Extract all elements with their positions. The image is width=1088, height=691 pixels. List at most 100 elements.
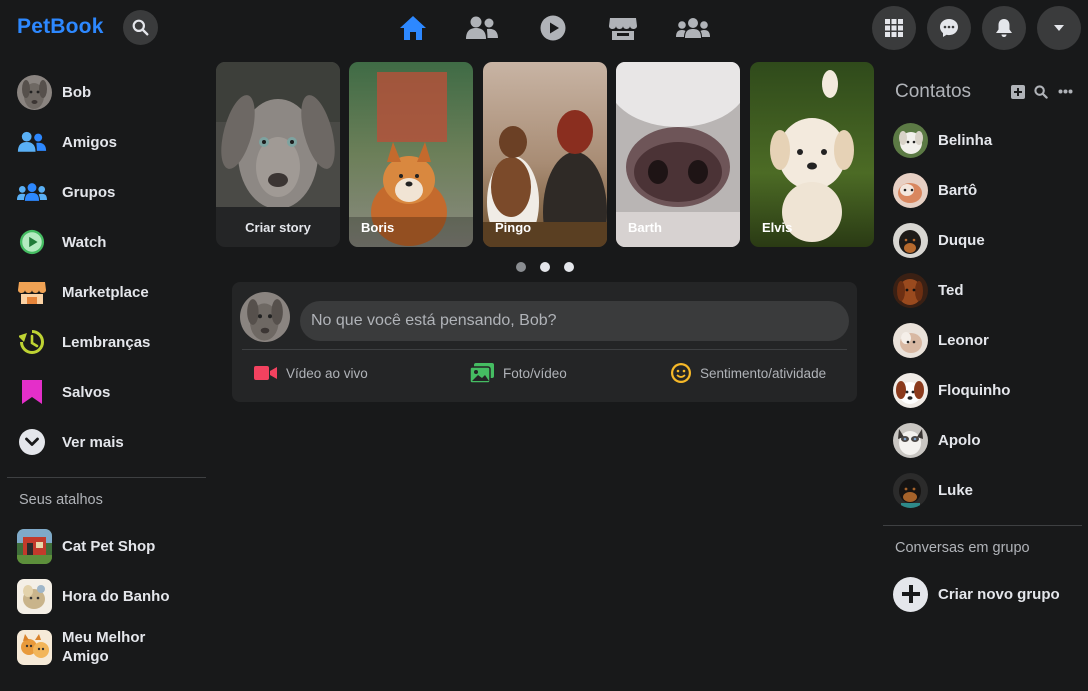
contact-item[interactable]: Bartô [893,172,977,208]
contact-avatar [893,122,928,158]
carousel-dot-active[interactable] [516,262,526,272]
contact-name: Bartô [938,181,978,199]
shortcut-thumbnail [17,578,52,614]
sidebar-item-memories[interactable]: Lembranças [17,324,150,360]
action-label: Foto/vídeo [503,365,567,381]
apps-menu-button[interactable] [872,6,916,50]
action-label: Sentimento/atividade [700,365,827,381]
sidebar-item-label: Lembranças [62,333,151,351]
shortcut-thumbnail [17,528,52,564]
shortcut-thumbnail [17,629,52,665]
story-card[interactable]: Pingo [483,62,607,247]
sidebar-item-label: Marketplace [62,283,149,301]
contact-name: Duque [938,231,985,249]
shortcut-meu-melhor-amigo[interactable]: Meu Melhor Amigo [17,628,162,666]
photo-video-icon [469,363,494,384]
user-avatar [17,74,52,110]
sidebar-item-profile[interactable]: Bob [17,74,91,110]
story-card[interactable]: Boris [349,62,473,247]
sidebar-item-label: Ver mais [62,433,124,451]
nav-groups[interactable] [673,10,713,46]
memories-icon [17,327,47,357]
story-card[interactable]: Elvis [750,62,874,247]
shortcut-hora-do-banho[interactable]: Hora do Banho [17,578,170,614]
contact-avatar [893,272,928,308]
new-room-icon[interactable] [1011,85,1025,99]
apps-grid-icon [885,19,903,37]
chevron-down-icon [1054,25,1064,31]
story-label: Barth [628,220,662,235]
groups-icon [17,177,47,207]
watch-icon [540,15,566,41]
nav-marketplace[interactable] [603,10,643,46]
nav-watch[interactable] [533,10,573,46]
marketplace-icon [609,18,637,40]
sidebar-item-saved[interactable]: Salvos [17,374,110,410]
contacts-divider [883,525,1082,526]
sidebar-item-see-more[interactable]: Ver mais [17,424,124,460]
create-group-button[interactable]: Criar novo grupo [893,576,1060,612]
contact-avatar [893,222,928,258]
story-label: Pingo [495,220,532,235]
shortcut-cat-pet-shop[interactable]: Cat Pet Shop [17,528,155,564]
carousel-dot[interactable] [564,262,574,272]
post-input[interactable]: No que você está pensando, Bob? [300,301,849,341]
story-create[interactable]: Criar story [216,62,340,247]
contact-name: Apolo [938,431,981,449]
messenger-button[interactable] [927,6,971,50]
contact-avatar [893,472,928,508]
contact-name: Leonor [938,331,989,349]
contact-name: Floquinho [938,381,1011,399]
photo-video-button[interactable]: Foto/vídeo [469,361,567,385]
sidebar-divider [7,477,206,478]
shortcut-label: Cat Pet Shop [62,537,156,555]
carousel-dot[interactable] [540,262,550,272]
story-card[interactable]: Barth [616,62,740,247]
feeling-icon [671,363,691,383]
contact-avatar [893,322,928,358]
contact-name: Luke [938,481,974,499]
notifications-button[interactable] [982,6,1026,50]
home-icon [400,16,426,40]
nav-home[interactable] [393,10,433,46]
groups-icon [676,18,710,38]
contact-item[interactable]: Ted [893,272,964,308]
live-video-button[interactable]: Vídeo ao vivo [254,361,368,385]
contact-avatar [893,372,928,408]
sidebar-item-friends[interactable]: Amigos [17,124,117,160]
contact-item[interactable]: Leonor [893,322,989,358]
friends-icon [466,16,498,39]
sidebar-item-groups[interactable]: Grupos [17,174,115,210]
search-icon[interactable] [1034,85,1048,99]
feeling-activity-button[interactable]: Sentimento/atividade [670,361,826,385]
story-label: Elvis [762,220,793,235]
contact-item[interactable]: Duque [893,222,985,258]
top-bar: PetBook [0,0,1088,56]
chevron-down-icon [17,427,47,457]
contact-item[interactable]: Floquinho [893,372,1010,408]
friends-icon [17,127,47,157]
bookmark-icon [17,377,47,407]
story-label: Boris [361,220,395,235]
search-icon [132,19,149,36]
user-avatar[interactable] [240,292,290,342]
contact-item[interactable]: Luke [893,472,973,508]
nav-friends[interactable] [462,10,502,46]
shortcut-label: Hora do Banho [62,587,170,605]
contact-item[interactable]: Apolo [893,422,981,458]
sidebar-item-watch[interactable]: Watch [17,224,106,260]
sidebar-item-marketplace[interactable]: Marketplace [17,274,149,310]
contacts-title: Contatos [895,81,972,102]
contact-avatar [893,172,928,208]
story-create-photo [216,62,340,209]
sidebar-item-label: Watch [62,233,107,251]
composer-divider [242,349,847,350]
brand-logo[interactable]: PetBook [17,15,104,39]
marketplace-icon [17,277,47,307]
contact-item[interactable]: Belinha [893,122,992,158]
account-menu-button[interactable] [1037,6,1081,50]
shortcuts-title: Seus atalhos [19,492,103,508]
more-options-icon[interactable] [1058,89,1073,94]
search-button[interactable] [123,10,158,45]
notifications-icon [996,19,1012,37]
